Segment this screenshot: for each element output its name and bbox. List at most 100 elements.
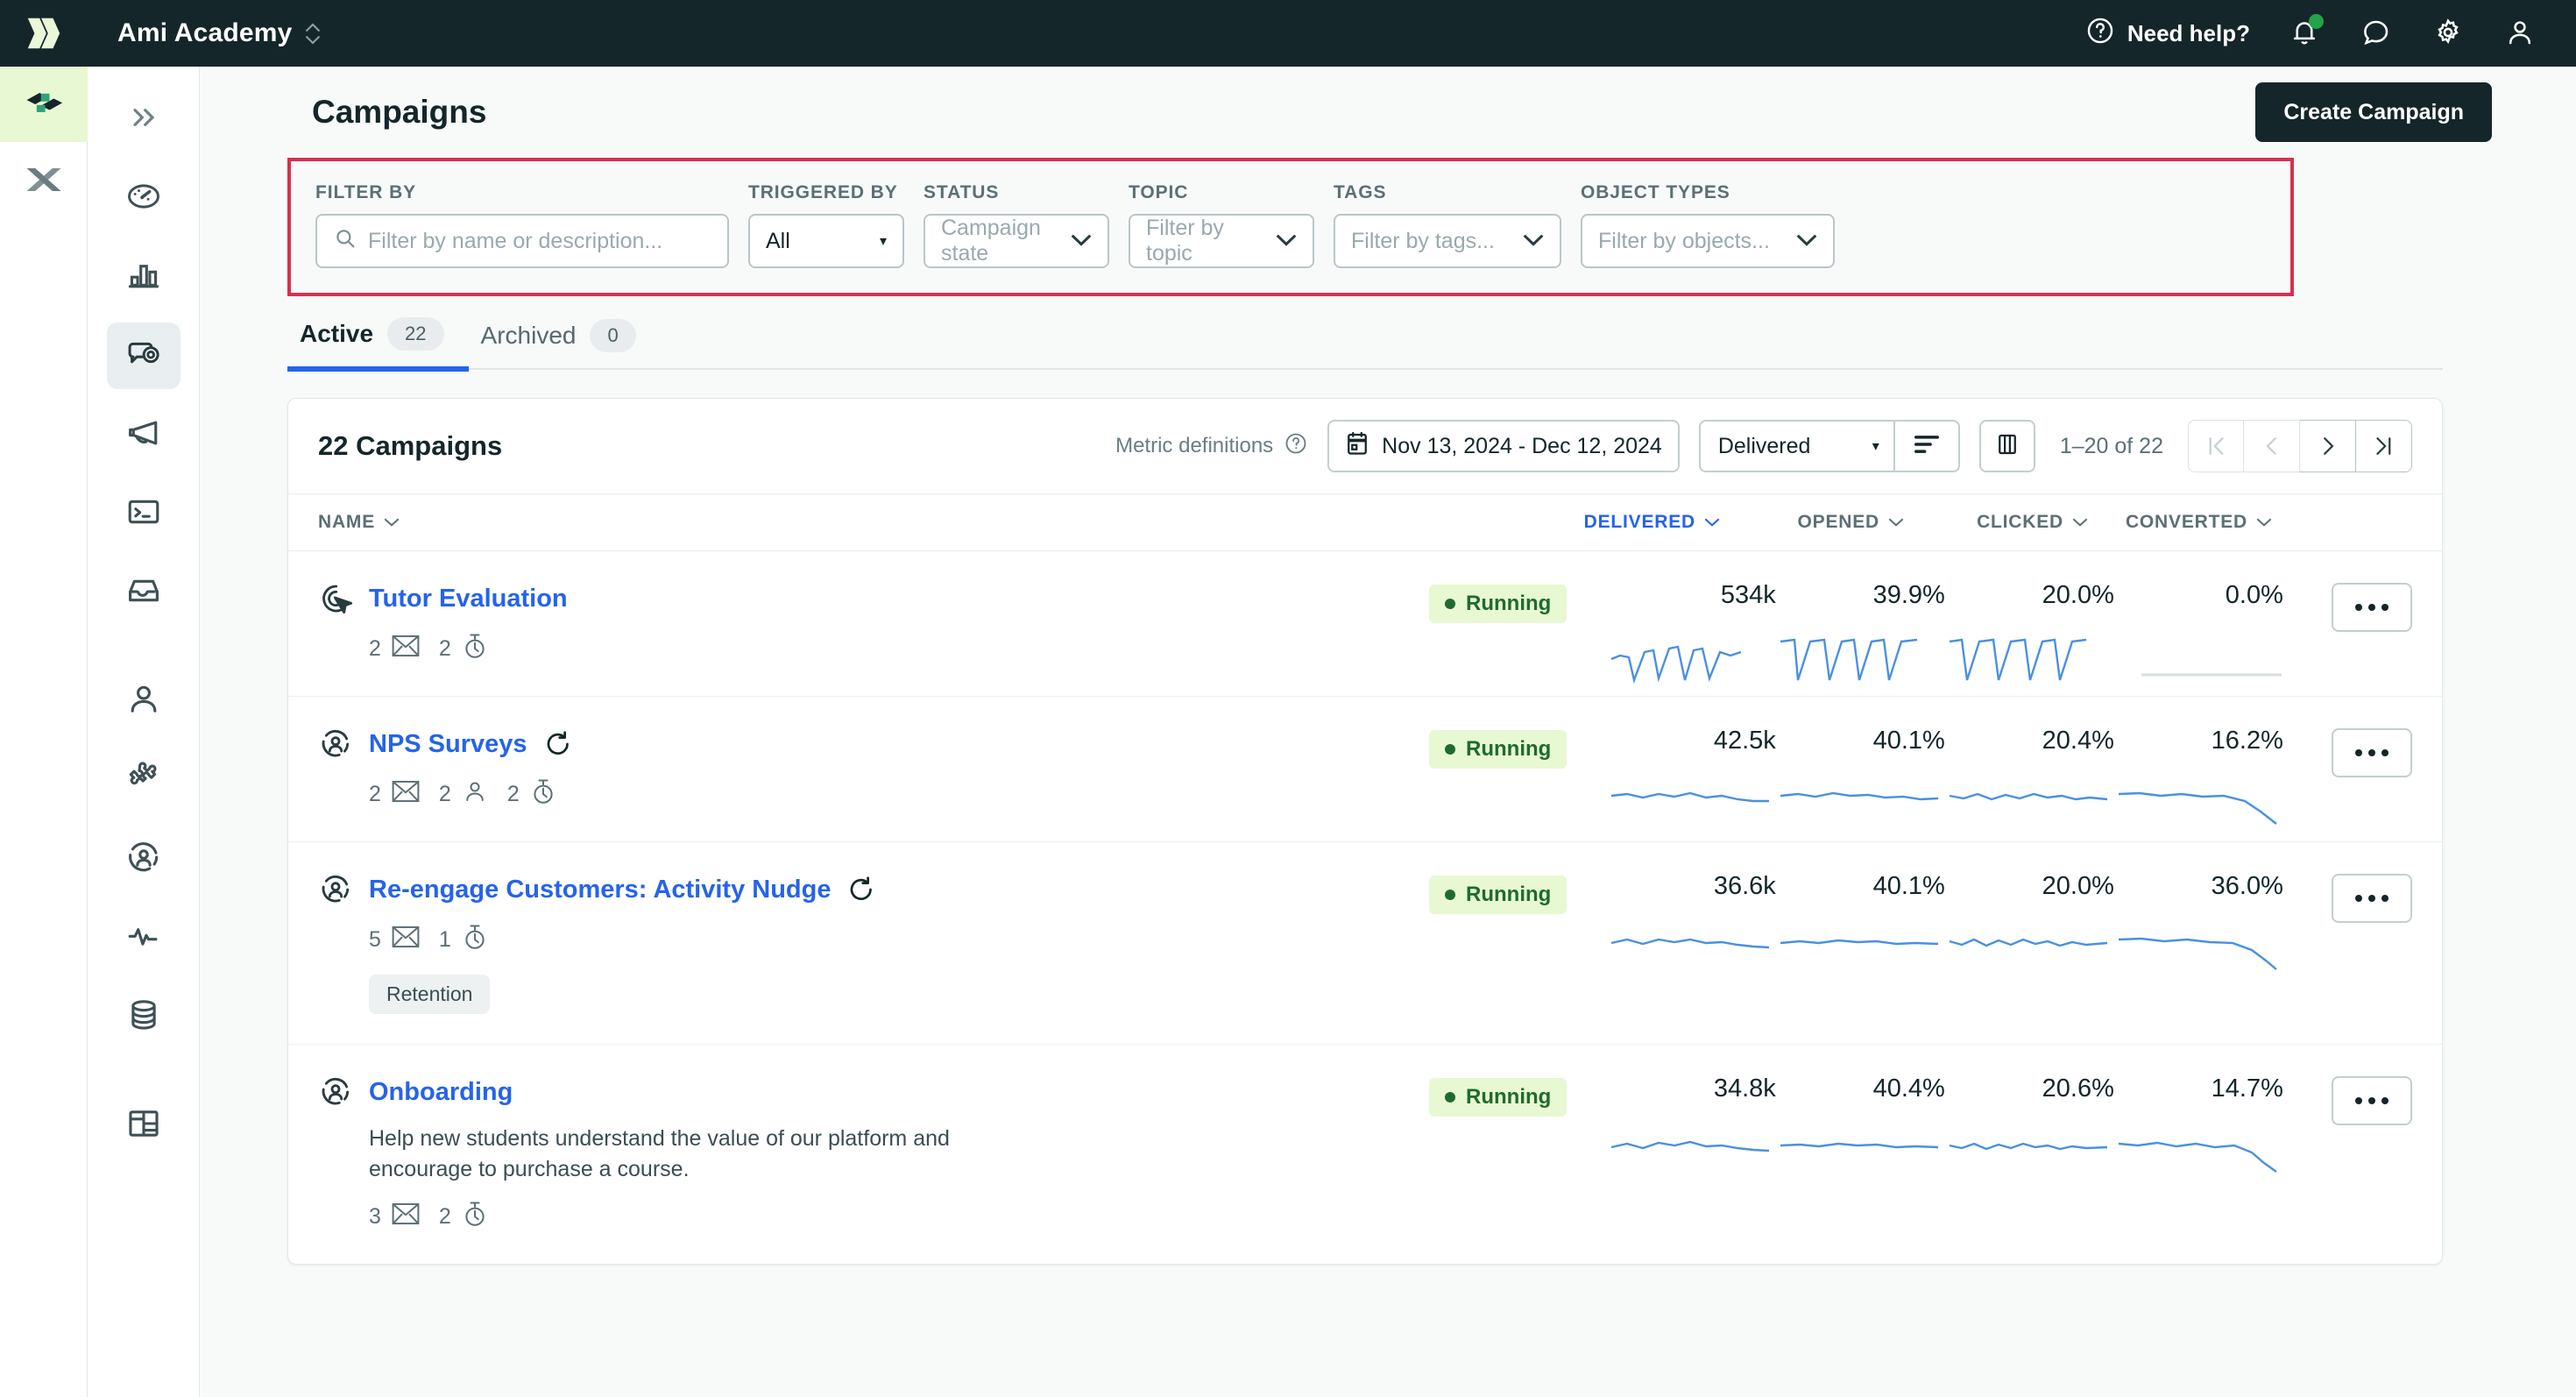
- filter-by-label: FILTER BY: [315, 182, 417, 202]
- table-row[interactable]: NPS Surveys 2 2 2 Running 42.5k 40.1% 20…: [288, 697, 2442, 842]
- pagination-label: 1–20 of 22: [2059, 433, 2163, 458]
- email-count-value: 2: [369, 782, 381, 806]
- more-options-icon[interactable]: [2331, 728, 2412, 777]
- chat-button[interactable]: [2360, 17, 2394, 50]
- up-down-chevron-icon: [305, 22, 321, 46]
- email-icon: [392, 780, 420, 809]
- column-header-clicked[interactable]: CLICKED: [1904, 512, 2088, 533]
- metric-converted-value: 16.2%: [2211, 727, 2283, 755]
- sidebar-item-data-sources[interactable]: [107, 983, 180, 1050]
- sidebar-item-analytics[interactable]: [107, 244, 180, 310]
- sidebar-item-layouts[interactable]: [107, 1092, 180, 1159]
- primary-nav-rail: [88, 67, 200, 1397]
- column-header-delivered[interactable]: DELIVERED: [1501, 512, 1720, 533]
- date-range-picker[interactable]: Nov 13, 2024 - Dec 12, 2024: [1327, 420, 1680, 472]
- settings-button[interactable]: [2432, 17, 2466, 50]
- more-options-icon[interactable]: [2331, 1076, 2412, 1125]
- delay-count-value: 1: [438, 927, 451, 952]
- delay-count-value: 2: [506, 782, 520, 806]
- metric-clicked: 20.0%: [1945, 581, 2114, 696]
- campaigns-toolbar: 22 Campaigns Metric definitions Nov 13, …: [288, 399, 2442, 493]
- status-dot-icon: [1445, 1092, 1456, 1103]
- tab-active-count: 22: [387, 317, 444, 351]
- email-count: 2: [369, 780, 420, 809]
- status-select[interactable]: Campaign state: [924, 214, 1109, 268]
- collapse-sidebar-button[interactable]: [107, 86, 180, 152]
- message-eye-icon: [124, 334, 164, 379]
- tab-active-label: Active: [300, 320, 374, 347]
- chevron-down-icon: [1523, 229, 1544, 253]
- sparkline-converted: [2117, 1123, 2283, 1181]
- campaign-tag[interactable]: Retention: [369, 975, 491, 1014]
- sidebar-item-broadcasts[interactable]: [107, 401, 180, 468]
- sort-metric-select[interactable]: Delivered ▾: [1701, 422, 1893, 471]
- timer-icon: [530, 777, 556, 812]
- campaign-link[interactable]: Re-engage Customers: Activity Nudge: [369, 876, 831, 904]
- metric-converted: 14.7%: [2114, 1074, 2283, 1264]
- tags-select[interactable]: Filter by tags...: [1334, 214, 1561, 268]
- chevron-down-icon: ▾: [1872, 439, 1879, 454]
- row-actions: [2283, 1074, 2412, 1264]
- app-switcher-data[interactable]: [0, 142, 88, 217]
- table-row[interactable]: Tutor Evaluation 2 2 Running 534k 39.9% …: [288, 551, 2442, 697]
- metric-opened-value: 40.4%: [1872, 1074, 1945, 1103]
- metric-opened: 39.9%: [1776, 581, 1945, 696]
- first-page-button[interactable]: [2188, 420, 2244, 472]
- filter-bar: FILTER BY Filter by name or description.…: [287, 158, 2294, 296]
- campaign-link[interactable]: Onboarding: [369, 1078, 513, 1107]
- chevron-down-icon: ▾: [879, 234, 887, 249]
- sort-direction-button[interactable]: [1893, 422, 1958, 471]
- topic-select[interactable]: Filter by topic: [1129, 214, 1314, 268]
- status-badge: Running: [1390, 581, 1607, 696]
- need-help-label: Need help?: [2127, 19, 2250, 46]
- search-input[interactable]: Filter by name or description...: [315, 214, 729, 268]
- sort-descending-icon: [1912, 433, 1942, 460]
- metric-opened-value: 40.1%: [1872, 872, 1945, 900]
- sidebar-item-dashboard[interactable]: [107, 165, 180, 231]
- columns-button[interactable]: [1978, 420, 2035, 472]
- campaign-link[interactable]: Tutor Evaluation: [369, 585, 568, 613]
- column-header-name[interactable]: NAME: [318, 512, 1483, 533]
- sidebar-item-segments[interactable]: [107, 826, 180, 892]
- sidebar-item-api-console[interactable]: [107, 480, 180, 547]
- sparkline-clicked: [1948, 1123, 2114, 1181]
- metric-clicked: 20.6%: [1945, 1074, 2114, 1264]
- double-chevron-logo-icon[interactable]: [21, 11, 65, 55]
- more-options-icon[interactable]: [2331, 874, 2412, 923]
- triggered-by-select[interactable]: All ▾: [748, 214, 904, 268]
- table-row[interactable]: Onboarding Help new students understand …: [288, 1045, 2442, 1264]
- repeat-icon: [543, 729, 573, 759]
- metric-opened: 40.1%: [1776, 727, 1945, 841]
- app-switcher-journeys[interactable]: [0, 67, 88, 142]
- last-page-button[interactable]: [2356, 420, 2412, 472]
- campaigns-count-title: 22 Campaigns: [318, 430, 503, 461]
- column-header-converted[interactable]: CONVERTED: [2088, 512, 2272, 533]
- campaign-link[interactable]: NPS Surveys: [369, 730, 527, 759]
- chevron-down-icon: [1071, 229, 1092, 253]
- column-header-opened[interactable]: OPENED: [1720, 512, 1904, 533]
- campaigns-card: 22 Campaigns Metric definitions Nov 13, …: [287, 398, 2443, 1265]
- columns-icon: [1994, 431, 2020, 462]
- account-button[interactable]: [2504, 17, 2537, 50]
- object-types-select[interactable]: Filter by objects...: [1581, 214, 1835, 268]
- previous-page-button[interactable]: [2244, 420, 2300, 472]
- metric-definitions-link[interactable]: Metric definitions: [1115, 431, 1308, 462]
- sidebar-item-activity[interactable]: [107, 904, 180, 971]
- create-campaign-button[interactable]: Create Campaign: [2255, 82, 2492, 142]
- sort-metric-group: Delivered ▾: [1698, 420, 1960, 472]
- next-page-button[interactable]: [2300, 420, 2356, 472]
- notifications-button[interactable]: [2289, 14, 2324, 50]
- tab-archived[interactable]: Archived 0: [469, 319, 661, 368]
- more-options-icon[interactable]: [2331, 583, 2412, 632]
- person-icon: [462, 778, 488, 811]
- sidebar-item-people[interactable]: [107, 668, 180, 734]
- metric-converted-value: 0.0%: [2225, 581, 2283, 609]
- sidebar-item-inbox[interactable]: [107, 559, 180, 626]
- sidebar-item-integrations[interactable]: [107, 747, 180, 813]
- tab-active[interactable]: Active 22: [287, 317, 469, 372]
- sidebar-item-campaigns[interactable]: [106, 323, 180, 389]
- workspace-switcher[interactable]: Ami Academy: [117, 18, 321, 48]
- calendar-icon: [1345, 430, 1369, 463]
- table-row[interactable]: Re-engage Customers: Activity Nudge 5 1 …: [288, 842, 2442, 1045]
- need-help-button[interactable]: Need help?: [2085, 16, 2250, 52]
